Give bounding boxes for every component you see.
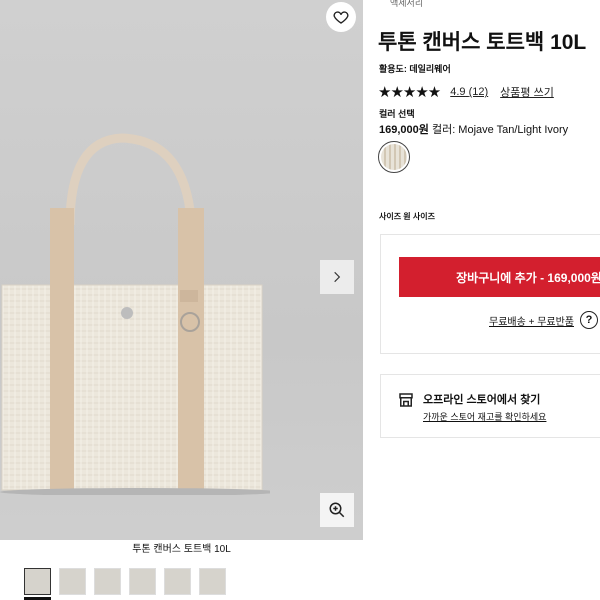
store-icon [399, 393, 413, 407]
store-finder-title: 오프라인 스토어에서 찾기 [423, 394, 541, 406]
rating-row: ★★★★★ 4.9 (12) 상품평 쓰기 [378, 83, 566, 101]
review-count: (12) [468, 86, 489, 98]
product-title: 투톤 캔버스 토트백 10L [378, 31, 587, 54]
product-image-gallery[interactable]: 투톤 캔버스 토트백 10L [0, 0, 363, 565]
swatch-pattern [381, 144, 407, 170]
size-label: 사이즈 원 사이즈 [379, 212, 435, 221]
selected-color: 컬러: Mojave Tan/Light Ivory [431, 124, 569, 136]
thumbnail[interactable] [94, 568, 121, 595]
thumbnail[interactable] [199, 568, 226, 595]
shipping-link[interactable]: 무료배송 + 무료반품 [489, 313, 574, 328]
chevron-right-icon [334, 271, 341, 283]
thumbnail[interactable] [59, 568, 86, 595]
shipping-row: 무료배송 + 무료반품 ? [489, 311, 598, 329]
favorite-button[interactable] [326, 2, 356, 32]
add-to-cart-button[interactable]: 장바구니에 추가 - 169,000원 [399, 257, 600, 297]
product-image [0, 133, 270, 495]
cart-panel: 장바구니에 추가 - 169,000원 무료배송 + 무료반품 ? [380, 234, 600, 354]
thumbnail[interactable] [164, 568, 191, 595]
breadcrumb[interactable]: 액세서리 [390, 0, 423, 9]
color-swatch[interactable] [378, 141, 410, 173]
help-icon[interactable]: ? [580, 311, 598, 329]
next-image-button[interactable] [320, 260, 354, 294]
thumbnail[interactable] [129, 568, 156, 595]
activity-label: 활용도: 데일리웨어 [379, 64, 451, 74]
rating-value: 4.9 [450, 86, 466, 98]
image-caption: 투톤 캔버스 토트백 10L [0, 540, 363, 565]
color-select-label: 컬러 선택 [379, 109, 415, 119]
zoom-in-icon [329, 502, 345, 518]
thumbnail[interactable] [24, 568, 51, 595]
rating-link[interactable]: 4.9 (12) [450, 86, 488, 98]
zoom-button[interactable] [320, 493, 354, 527]
thumbnail-strip [24, 568, 226, 595]
heart-icon [333, 11, 349, 24]
star-rating-icon: ★★★★★ [378, 84, 441, 101]
store-finder-link[interactable]: 가까운 스토어 재고를 확인하세요 [423, 410, 546, 423]
store-finder-panel: 오프라인 스토어에서 찾기 가까운 스토어 재고를 확인하세요 [380, 374, 600, 438]
price-row: 169,000원 컬러: Mojave Tan/Light Ivory [379, 121, 568, 137]
write-review-link[interactable]: 상품평 쓰기 [500, 84, 554, 100]
product-price: 169,000원 [379, 124, 429, 136]
